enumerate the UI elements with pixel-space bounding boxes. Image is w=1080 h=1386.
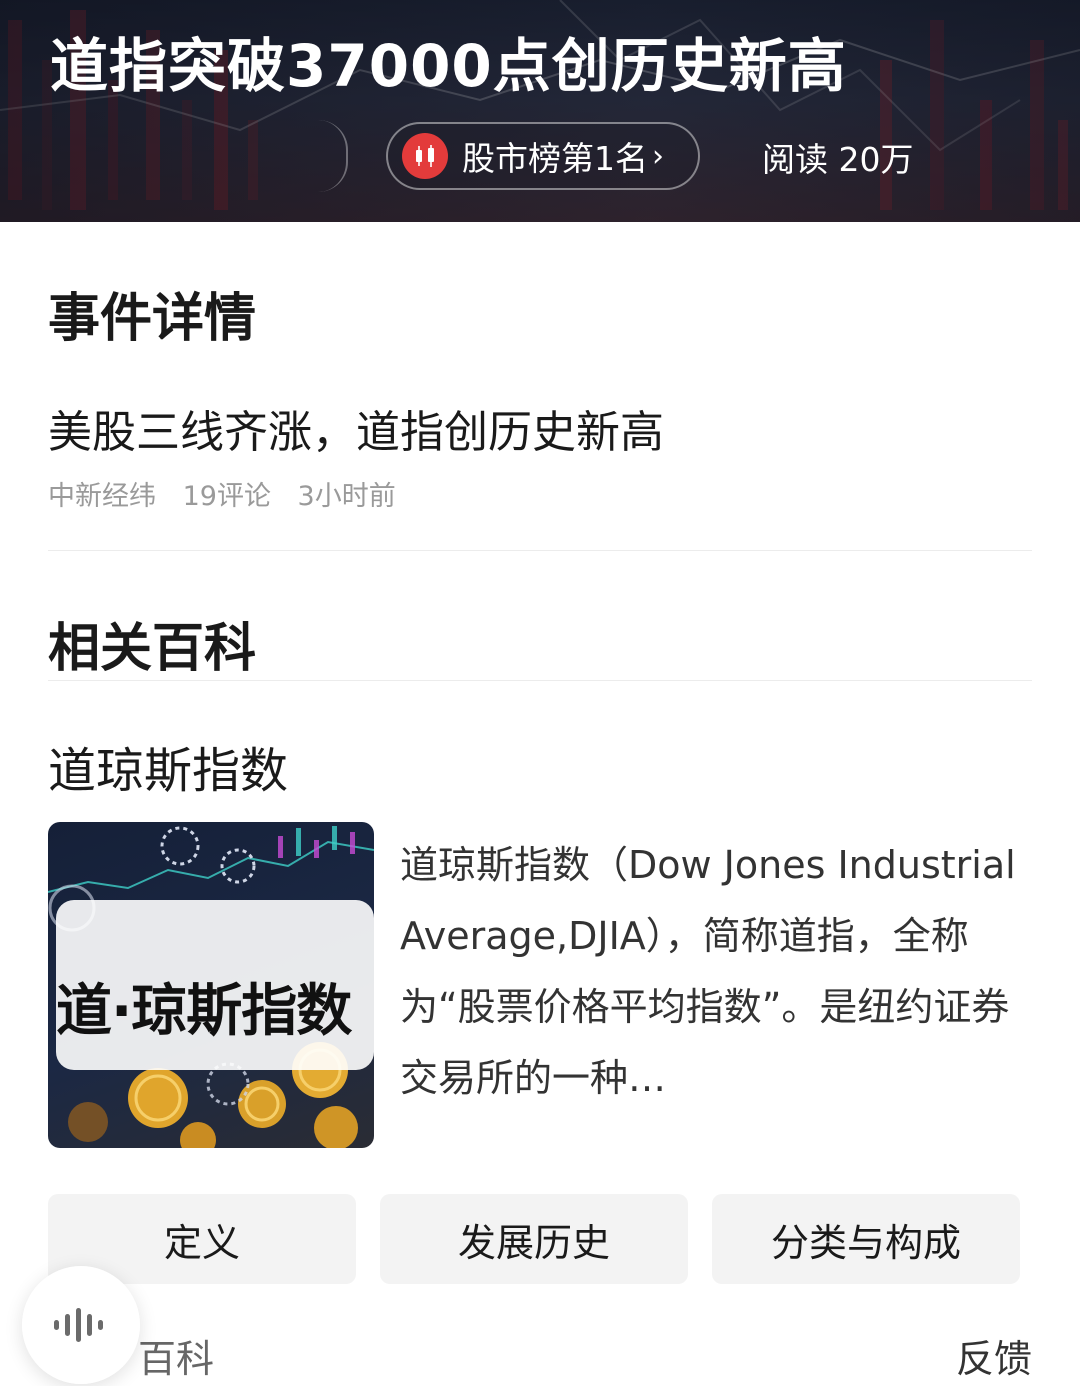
news-headline-link[interactable]: 美股三线齐涨，道指创历史新高: [48, 396, 664, 460]
topic-banner: 道指突破37000点创历史新高 股市榜第1名 › 阅读 20万: [0, 0, 1080, 222]
voice-button[interactable]: [22, 1266, 140, 1384]
news-comment-count: 19评论: [182, 481, 271, 512]
wiki-entry-title-link[interactable]: 道琼斯指数: [48, 731, 288, 801]
news-meta: 中新经纬 19评论 3小时前: [48, 474, 414, 513]
chevron-right-icon: ›: [652, 138, 664, 174]
thumbnail-label: 道·琼斯指数: [56, 979, 352, 1044]
read-count: 阅读 20万: [762, 140, 914, 179]
candlestick-icon: [402, 133, 448, 179]
section-heading-event: 事件详情: [48, 289, 257, 349]
wiki-source-label: 百科: [138, 1337, 215, 1381]
news-time: 3小时前: [297, 481, 396, 512]
news-source: 中新经纬: [48, 481, 156, 512]
divider: [48, 550, 1032, 551]
section-heading-wiki: 相关百科: [48, 619, 257, 679]
topic-title: 道指突破37000点创历史新高: [50, 32, 847, 100]
wiki-tab-bar: 定义 发展历史 分类与构成: [48, 1194, 1020, 1284]
feedback-link[interactable]: 反馈: [956, 1328, 1032, 1383]
rank-label: 股市榜第1名: [462, 139, 648, 178]
divider: [48, 680, 1032, 681]
voice-wave-icon: [54, 1308, 103, 1342]
rank-badge-button[interactable]: 股市榜第1名 ›: [386, 122, 700, 190]
tab-classification[interactable]: 分类与构成: [712, 1194, 1020, 1284]
wiki-thumbnail[interactable]: 道·琼斯指数: [48, 822, 374, 1148]
tab-history[interactable]: 发展历史: [380, 1194, 688, 1284]
wiki-description[interactable]: 道琼斯指数（Dow Jones Industrial Average,DJIA）…: [400, 830, 1032, 1114]
